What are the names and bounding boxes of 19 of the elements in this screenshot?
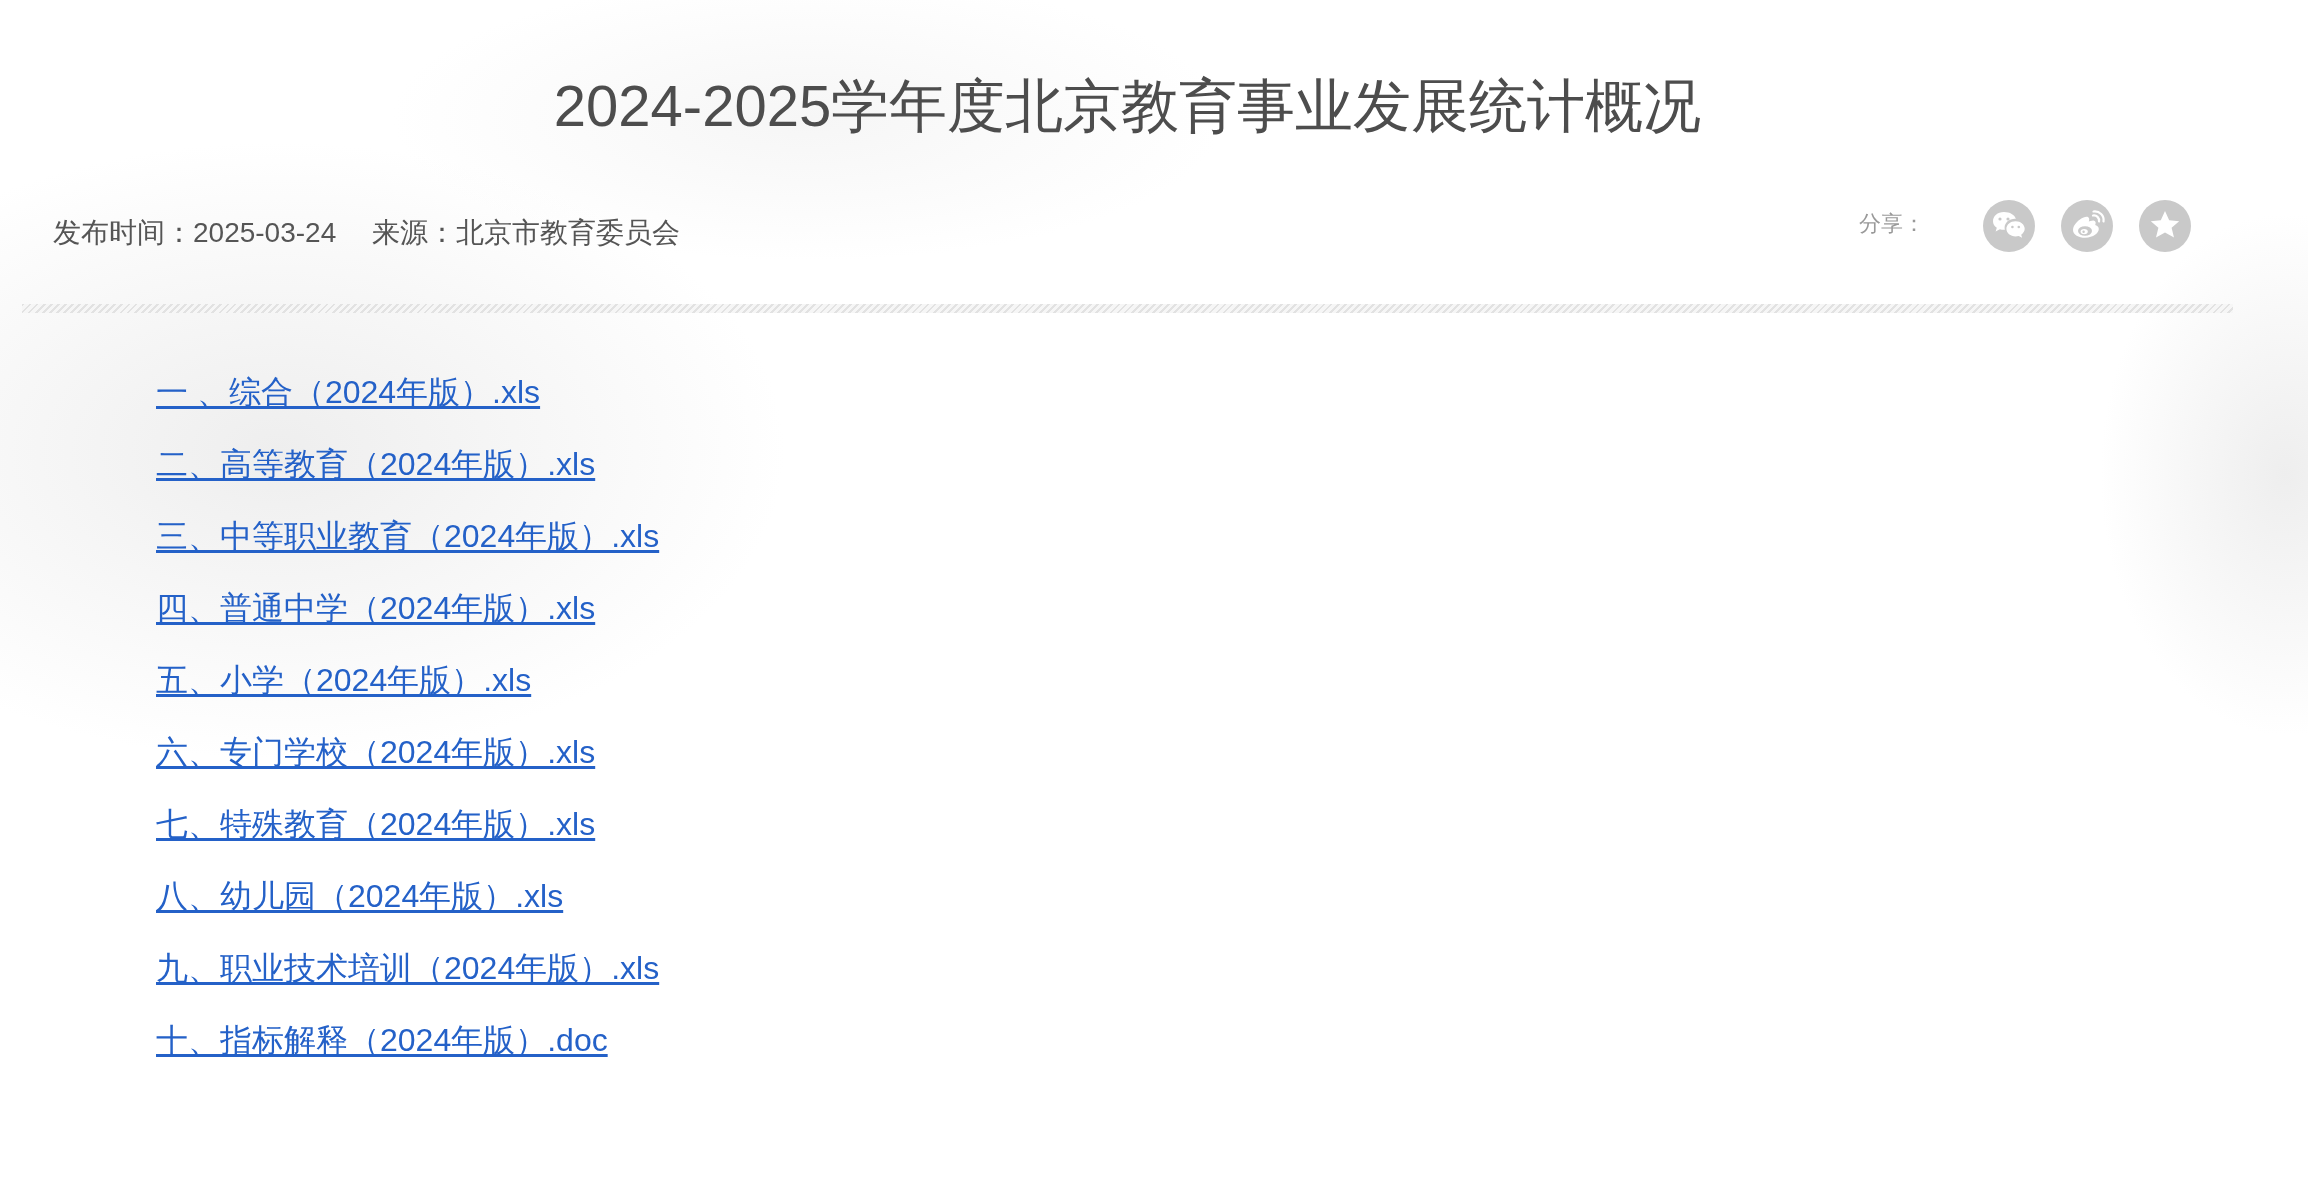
share-button[interactable] <box>2061 200 2113 252</box>
attachment-link[interactable]: 九、职业技术培训（2024年版）.xls <box>156 950 660 986</box>
attachment-link[interactable]: 十、指标解释（2024年版）.doc <box>156 1022 608 1058</box>
attachment-link[interactable]: 七、特殊教育（2024年版）.xls <box>156 806 596 842</box>
attachment-link[interactable]: 六、专门学校（2024年版）.xls <box>156 734 596 770</box>
source-text: 来源：北京市教育委员会 <box>372 216 681 250</box>
swirl-eye-icon <box>2061 200 2113 252</box>
attachment-link[interactable]: 四、普通中学（2024年版）.xls <box>156 590 596 626</box>
attachment-link[interactable]: 三、中等职业教育（2024年版）.xls <box>156 518 660 554</box>
chat-bubbles-icon <box>1983 200 2035 252</box>
attachment-link[interactable]: 一 、综合（2024年版）.xls <box>156 374 541 410</box>
share-button[interactable] <box>2139 200 2191 252</box>
attachment-link[interactable]: 八、幼儿园（2024年版）.xls <box>156 878 564 914</box>
attachment-link[interactable]: 二、高等教育（2024年版）.xls <box>156 446 596 482</box>
share-button[interactable] <box>1983 200 2035 252</box>
publish-date: 发布时间：2025-03-24 <box>53 216 337 250</box>
attachment-link[interactable]: 五、小学（2024年版）.xls <box>156 662 532 698</box>
article-title: 2024-2025学年度北京教育事业发展统计概况 <box>553 72 1702 140</box>
share-label: 分享： <box>1859 210 1925 238</box>
